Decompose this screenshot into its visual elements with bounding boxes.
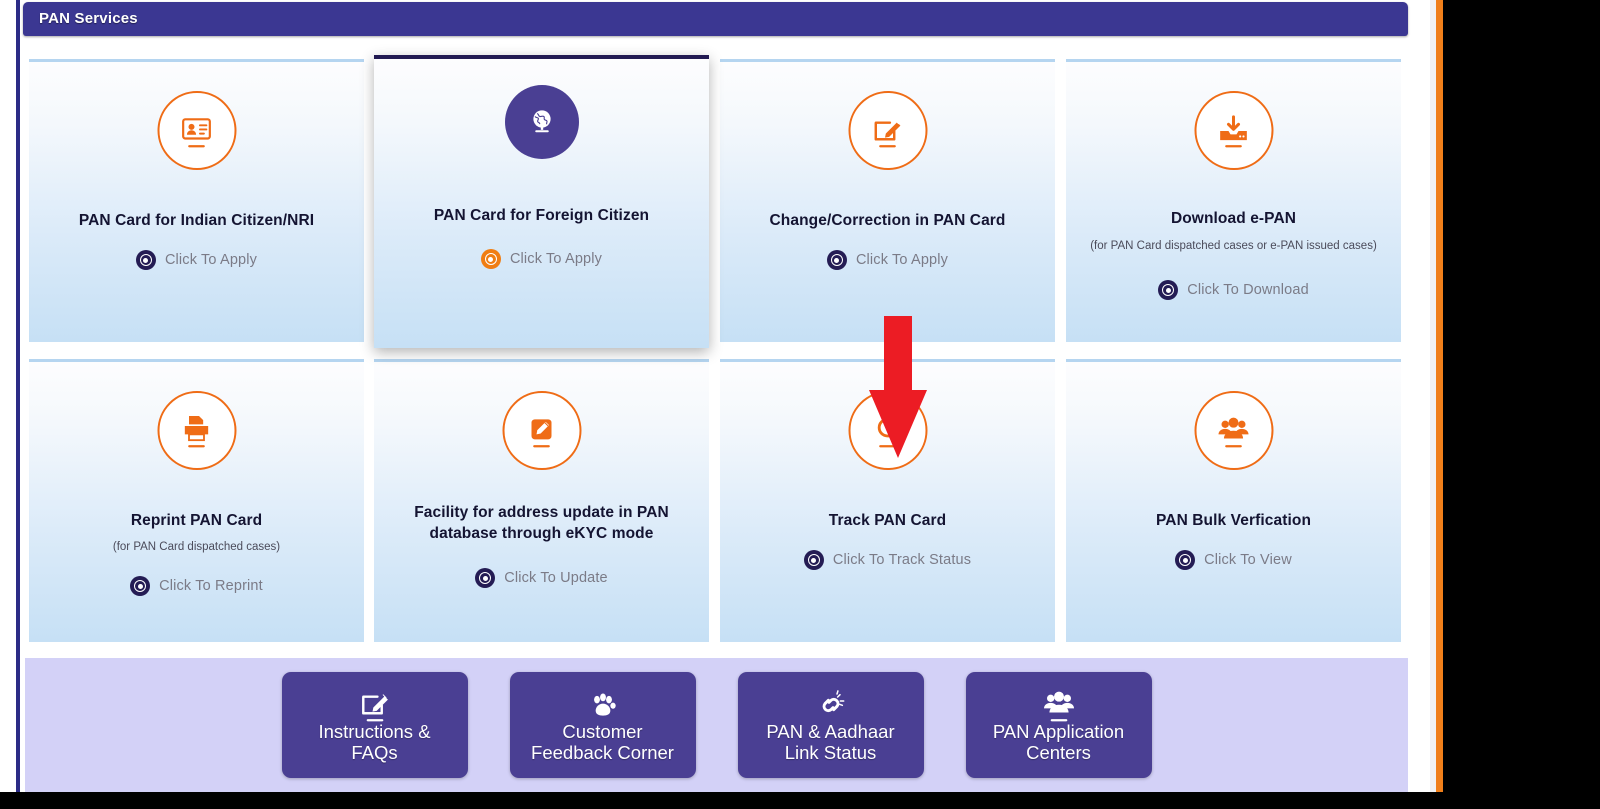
quick-link-button-2[interactable]: Customer Feedback Corner [509,672,696,778]
cta-label: Click To Update [504,570,608,586]
group-people-icon [1039,689,1079,722]
cta-target-icon [1175,550,1196,570]
pencil-filled-icon [502,391,581,470]
service-card-title: PAN Bulk Verfication [1155,512,1312,529]
pan-services-panel: PAN Services PAN Card for Indian Citizen… [23,0,1430,792]
page-frame: PAN Services PAN Card for Indian Citizen… [0,0,1444,793]
cta-label: Click To Download [1187,282,1309,298]
quick-link-button-1[interactable]: Instructions & FAQs [281,672,468,778]
service-card-slot: PAN Card for Foreign Citizen Click To App… [374,55,709,348]
service-card-5[interactable]: Reprint PAN Card (for PAN Card dispatched… [29,359,364,642]
quick-link-label: PAN Application Centers [992,720,1125,763]
service-card-8[interactable]: PAN Bulk Verfication Click To View [1066,359,1401,642]
service-card-cta[interactable]: Click To Update [374,568,709,588]
service-card-cta[interactable]: Click To Apply [29,250,364,270]
pan-services-header: PAN Services [23,2,1408,36]
printer-icon [157,391,236,470]
service-card-cta[interactable]: Click To View [1066,550,1401,570]
service-card-slot: PAN Bulk Verfication Click To View [1066,359,1401,642]
service-card-title: Reprint PAN Card [130,512,263,529]
search-magnifier-icon [848,391,927,470]
frame-left-navy-border [16,0,20,793]
broken-link-icon [815,689,847,721]
screen-right-bar [1443,0,1600,809]
quick-links-bar: Instructions & FAQs Customer Feedback Corne… [25,658,1408,792]
screen-bottom-bar [0,792,1600,809]
service-card-cta[interactable]: Click To Download [1066,280,1401,300]
service-card-4[interactable]: Download e-PAN (for PAN Card dispatched c… [1066,59,1401,342]
cta-label: Click To Reprint [159,578,263,594]
cta-label: Click To View [1204,552,1292,568]
quick-link-label: Customer Feedback Corner [531,720,674,763]
frame-left-white-gap [13,0,15,793]
cta-label: Click To Apply [509,251,603,267]
service-card-cta[interactable]: Click To Track Status [720,550,1055,570]
quick-link-label: Instructions & FAQs [318,720,431,763]
cta-label: Click To Apply [164,252,258,268]
service-card-6[interactable]: Facility for address update in PAN datab… [374,359,709,642]
service-card-3[interactable]: Change/Correction in PAN Card Click To Ap… [720,59,1055,342]
paw-print-icon [587,689,619,721]
service-card-7[interactable]: Track PAN Card Click To Track Status [720,359,1055,642]
service-card-1[interactable]: PAN Card for Indian Citizen/NRI Click To … [29,59,364,342]
cta-target-icon [1158,280,1179,300]
quick-link-button-4[interactable]: PAN Application Centers [965,672,1152,778]
service-card-slot: Change/Correction in PAN Card Click To Ap… [720,59,1055,342]
globe-icon [504,85,579,159]
service-card-slot: Reprint PAN Card (for PAN Card dispatched… [29,359,364,642]
service-card-subtitle: (for PAN Card dispatched cases) [112,541,281,553]
service-card-slot: Download e-PAN (for PAN Card dispatched c… [1066,59,1401,342]
service-card-cta[interactable]: Click To Apply [720,250,1055,270]
id-card-icon [157,91,236,170]
cta-label: Click To Track Status [832,552,972,568]
service-card-slot: Track PAN Card Click To Track Status [720,359,1055,642]
service-card-title: Track PAN Card [828,512,947,529]
service-card-subtitle: (for PAN Card dispatched cases or e-PAN … [1090,240,1377,252]
cta-target-icon [803,550,824,570]
cta-target-icon [475,568,496,588]
service-card-title: PAN Card for Indian Citizen/NRI [78,212,315,229]
quick-link-button-3[interactable]: PAN & Aadhaar Link Status [737,672,924,778]
service-card-2[interactable]: PAN Card for Foreign Citizen Click To App… [374,55,709,348]
cta-target-icon [135,250,156,270]
cta-label: Click To Apply [855,252,949,268]
frame-right-orange-border [1436,0,1443,793]
cta-target-icon [130,576,151,596]
cta-target-icon [826,250,847,270]
quick-link-label: PAN & Aadhaar Link Status [766,720,895,763]
download-inbox-icon [1194,91,1273,170]
service-card-title: Download e-PAN [1170,210,1297,227]
service-card-grid: PAN Card for Indian Citizen/NRI Click To … [23,45,1408,645]
service-card-title: Facility for address update in PAN datab… [414,504,669,543]
service-card-title: Change/Correction in PAN Card [769,212,1006,229]
group-people-icon [1194,391,1273,470]
page-title: PAN Services [39,10,138,27]
service-card-title: PAN Card for Foreign Citizen [433,207,650,224]
service-card-cta[interactable]: Click To Apply [374,249,709,269]
cta-target-icon [480,249,501,269]
service-card-cta[interactable]: Click To Reprint [29,576,364,596]
edit-square-icon [355,689,395,722]
service-card-slot: Facility for address update in PAN datab… [374,359,709,642]
edit-square-icon [848,91,927,170]
service-card-slot: PAN Card for Indian Citizen/NRI Click To … [29,59,364,342]
